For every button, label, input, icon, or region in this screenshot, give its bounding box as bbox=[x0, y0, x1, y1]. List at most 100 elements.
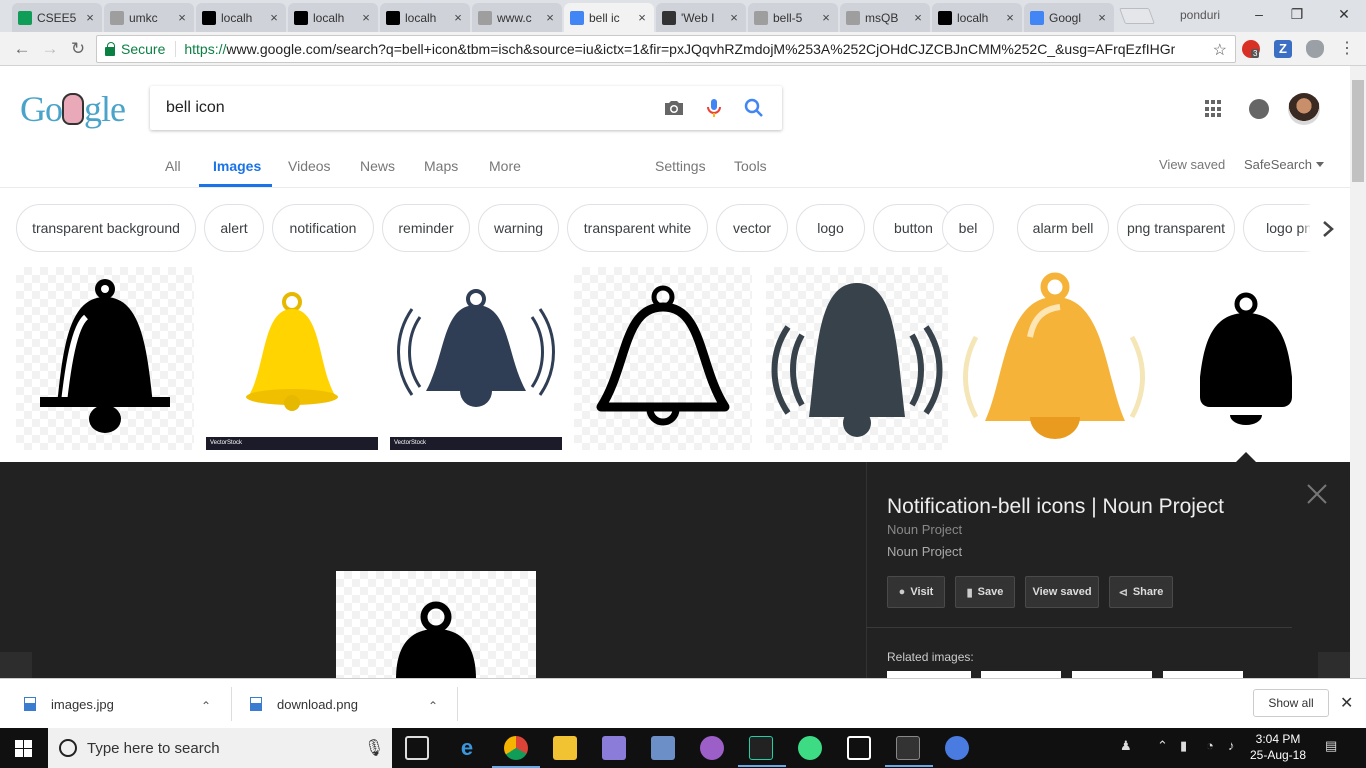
reload-icon[interactable]: ↻ bbox=[68, 39, 88, 59]
battery-icon[interactable]: ▮ bbox=[1180, 738, 1187, 754]
wifi-icon[interactable]: ◔ bbox=[1206, 738, 1214, 753]
browser-tab[interactable]: Googl × bbox=[1024, 3, 1114, 32]
show-all-downloads-button[interactable]: Show all bbox=[1253, 689, 1329, 717]
related-search-chip[interactable]: alert bbox=[204, 204, 264, 252]
safesearch-dropdown[interactable]: SafeSearch bbox=[1244, 157, 1324, 172]
image-result-6[interactable] bbox=[960, 267, 1150, 450]
tray-chevron-up-icon[interactable]: ⌃ bbox=[1157, 738, 1168, 754]
camera-icon[interactable] bbox=[662, 96, 686, 120]
people-icon[interactable]: ♟ bbox=[1120, 738, 1132, 754]
minimize-icon[interactable]: – bbox=[1251, 6, 1267, 22]
browser-tab[interactable]: localh × bbox=[932, 3, 1022, 32]
tab-all[interactable]: All bbox=[165, 158, 181, 174]
browser-tab[interactable]: 'Web I × bbox=[656, 3, 746, 32]
related-search-chip[interactable]: reminder bbox=[382, 204, 470, 252]
image-result-1[interactable] bbox=[16, 267, 194, 450]
browser-tab[interactable]: localh × bbox=[196, 3, 286, 32]
file-explorer-icon[interactable] bbox=[553, 736, 577, 760]
tab-maps[interactable]: Maps bbox=[424, 158, 458, 174]
tab-close-icon[interactable]: × bbox=[820, 10, 832, 25]
tab-close-icon[interactable]: × bbox=[176, 10, 188, 25]
tab-close-icon[interactable]: × bbox=[268, 10, 280, 25]
extension-red-icon[interactable]: 3 bbox=[1242, 40, 1260, 58]
related-search-chip[interactable]: warning bbox=[478, 204, 559, 252]
extension-shield-icon[interactable] bbox=[1306, 40, 1324, 58]
detail-title[interactable]: Notification-bell icons | Noun Project bbox=[887, 495, 1224, 519]
image-result-5[interactable] bbox=[766, 267, 948, 450]
preview-image[interactable] bbox=[336, 571, 536, 678]
tab-close-icon[interactable]: × bbox=[84, 10, 96, 25]
visual-studio-icon[interactable] bbox=[602, 736, 626, 760]
terminal-icon[interactable] bbox=[885, 736, 933, 767]
task-view-icon[interactable] bbox=[405, 736, 429, 760]
tab-close-icon[interactable]: × bbox=[1096, 10, 1108, 25]
browser-app-icon[interactable] bbox=[945, 736, 969, 760]
apps-grid-icon[interactable] bbox=[1205, 100, 1223, 118]
edge-icon[interactable]: e bbox=[455, 736, 479, 760]
tab-close-icon[interactable]: × bbox=[360, 10, 372, 25]
previous-image-button[interactable] bbox=[0, 652, 32, 678]
tab-close-icon[interactable]: × bbox=[452, 10, 464, 25]
related-search-chip[interactable]: alarm bell bbox=[1017, 204, 1109, 252]
webstorm-icon[interactable] bbox=[738, 736, 786, 767]
bookmark-star-icon[interactable]: ☆ bbox=[1213, 40, 1227, 60]
google-doodle-logo[interactable]: Go gle bbox=[20, 88, 126, 130]
view-saved-link[interactable]: View saved bbox=[1159, 157, 1225, 172]
volume-icon[interactable]: ♪ bbox=[1228, 738, 1235, 753]
browser-tab[interactable]: localh × bbox=[288, 3, 378, 32]
tab-videos[interactable]: Videos bbox=[288, 158, 331, 174]
settings-link[interactable]: Settings bbox=[655, 158, 706, 174]
related-search-chip[interactable]: notification bbox=[272, 204, 374, 252]
tab-more[interactable]: More bbox=[489, 158, 521, 174]
tools-link[interactable]: Tools bbox=[734, 158, 767, 174]
download-item-2[interactable]: download.png bbox=[250, 679, 358, 729]
microphone-icon[interactable] bbox=[702, 96, 726, 120]
scrollbar-thumb[interactable] bbox=[1352, 80, 1364, 182]
chrome-icon[interactable] bbox=[492, 736, 540, 768]
close-icon[interactable] bbox=[1306, 483, 1328, 505]
browser-tab[interactable]: msQB × bbox=[840, 3, 930, 32]
related-image-2[interactable] bbox=[981, 671, 1061, 678]
related-search-chip[interactable]: transparent white bbox=[567, 204, 708, 252]
image-result-3[interactable]: VectorStock bbox=[390, 267, 562, 450]
github-desktop-icon[interactable] bbox=[700, 736, 724, 760]
forward-arrow-icon[interactable]: → bbox=[40, 39, 60, 59]
image-result-4[interactable] bbox=[574, 267, 752, 450]
share-button[interactable]: ⊲ Share bbox=[1109, 576, 1173, 608]
close-icon[interactable]: ✕ bbox=[1340, 693, 1353, 713]
account-avatar[interactable] bbox=[1288, 93, 1320, 125]
profile-name[interactable]: ponduri bbox=[1180, 8, 1220, 22]
detail-site[interactable]: Noun Project bbox=[887, 522, 962, 537]
tab-close-icon[interactable]: × bbox=[1004, 10, 1016, 25]
extension-z-icon[interactable]: Z bbox=[1274, 40, 1292, 58]
related-search-chip[interactable]: png transparent bbox=[1117, 204, 1235, 252]
tab-news[interactable]: News bbox=[360, 158, 395, 174]
tab-close-icon[interactable]: × bbox=[636, 10, 648, 25]
notifications-bell-icon[interactable] bbox=[1249, 99, 1269, 119]
search-icon[interactable] bbox=[742, 96, 766, 120]
image-result-7[interactable] bbox=[1162, 267, 1330, 450]
microphone-icon[interactable]: 🎙 bbox=[364, 738, 384, 758]
related-search-chip[interactable]: bel bbox=[942, 204, 994, 252]
menu-kebab-icon[interactable]: ⋮ bbox=[1338, 40, 1356, 58]
image-result-2[interactable]: VectorStock bbox=[206, 267, 378, 450]
browser-tab[interactable]: localh × bbox=[380, 3, 470, 32]
back-arrow-icon[interactable]: ← bbox=[12, 39, 32, 59]
browser-tab[interactable]: bell-5 × bbox=[748, 3, 838, 32]
secure-indicator[interactable]: Secure bbox=[105, 41, 165, 57]
related-search-chip[interactable]: transparent background bbox=[16, 204, 196, 252]
related-image-3[interactable] bbox=[1072, 671, 1152, 678]
visit-button[interactable]: ● Visit bbox=[887, 576, 945, 608]
tab-close-icon[interactable]: × bbox=[728, 10, 740, 25]
view-saved-button[interactable]: View saved bbox=[1025, 576, 1099, 608]
browser-tab[interactable]: www.c × bbox=[472, 3, 562, 32]
search-box[interactable] bbox=[150, 86, 782, 130]
address-bar[interactable]: Secure https://www.google.com/search?q=b… bbox=[96, 35, 1236, 63]
windows-start-icon[interactable] bbox=[15, 740, 32, 757]
browser-tab[interactable]: umkc × bbox=[104, 3, 194, 32]
bracket-app-icon[interactable] bbox=[847, 736, 871, 760]
browser-tab[interactable]: CSEE5 × bbox=[12, 3, 102, 32]
tab-images[interactable]: Images bbox=[213, 158, 261, 174]
save-button[interactable]: ▮ Save bbox=[955, 576, 1015, 608]
related-image-4[interactable] bbox=[1163, 671, 1243, 678]
